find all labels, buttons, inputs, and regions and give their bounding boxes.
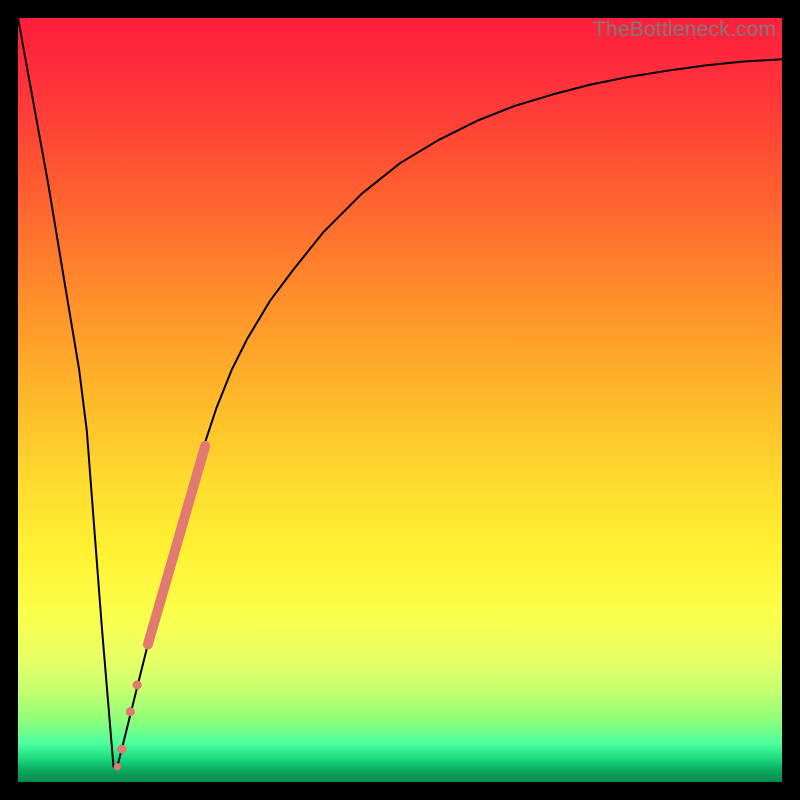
bottleneck-curve-svg: [18, 18, 782, 782]
chart-frame: TheBottleneck.com: [0, 0, 800, 800]
watermark-text: TheBottleneck.com: [593, 18, 776, 42]
marker-dot: [118, 745, 127, 754]
bottleneck-curve-path: [18, 18, 782, 767]
marker-dot: [126, 707, 135, 716]
gradient-plot-area: TheBottleneck.com: [18, 18, 782, 782]
marker-segment: [148, 446, 205, 645]
data-markers: [114, 446, 205, 770]
marker-dot: [114, 763, 121, 770]
marker-dot: [133, 681, 142, 690]
